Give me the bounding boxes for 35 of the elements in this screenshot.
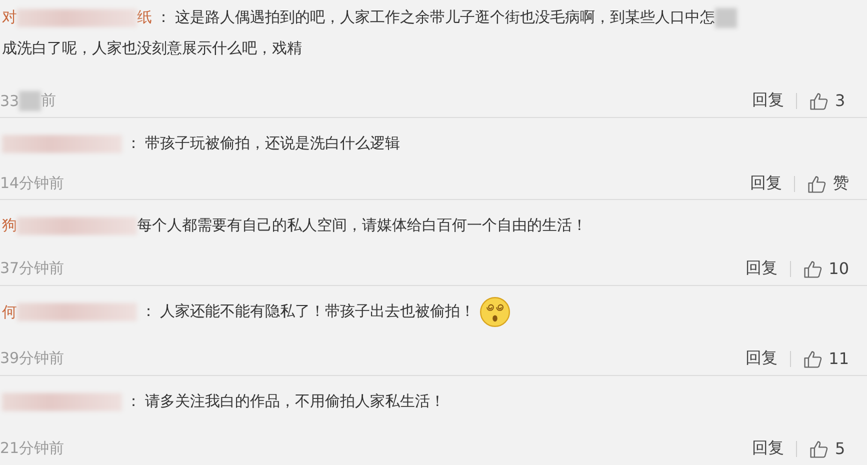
- like-button[interactable]: 11: [802, 348, 849, 368]
- colon-separator: ：: [141, 302, 156, 320]
- timestamp: 21分钟前: [0, 439, 64, 458]
- comment-text: 成洗白了呢，人家也没刻意展示什么吧，戏精: [2, 39, 302, 58]
- colon-separator: ：: [156, 8, 171, 26]
- reply-link[interactable]: 回复: [746, 348, 778, 369]
- blur-mask: [19, 90, 42, 110]
- comment-text: 请多关注我白的作品，不用偷拍人家私生活！: [145, 392, 445, 410]
- like-button[interactable]: 5: [809, 438, 849, 458]
- colon-separator: ：: [126, 134, 141, 152]
- like-button[interactable]: 10: [802, 258, 849, 278]
- reply-link[interactable]: 回复: [746, 258, 778, 279]
- dizzy-emoji-icon: [479, 296, 511, 328]
- comment-text: 怎: [700, 8, 715, 26]
- thumbs-up-icon: [809, 90, 829, 110]
- colon-separator: ：: [126, 392, 141, 410]
- thumbs-up-icon: [809, 438, 829, 458]
- comment-text: 每个人都需要有自己的私人空间，请媒体给白百何一个自由的生活！: [137, 216, 587, 234]
- timestamp: 33: [0, 92, 20, 110]
- timestamp: 前: [41, 91, 56, 110]
- like-button[interactable]: 赞: [807, 173, 849, 194]
- comment-text: 人家还能不能有隐私了！带孩子出去也被偷拍！: [160, 302, 475, 320]
- reply-link[interactable]: 回复: [752, 438, 784, 459]
- thumbs-up-icon: [802, 258, 823, 278]
- comment-text: 这是路人偶遇拍到的吧，人家工作之余带儿子逛个街也没毛病啊，到某些人口中: [175, 8, 700, 26]
- reply-link[interactable]: 回复: [752, 90, 784, 111]
- thumbs-up-icon: [807, 174, 827, 194]
- comment-text: 带孩子玩被偷拍，还说是洗白什么逻辑: [145, 134, 400, 152]
- timestamp: 14分钟前: [0, 174, 64, 193]
- blur-mask: [715, 8, 737, 28]
- timestamp: 39分钟前: [0, 349, 64, 368]
- like-button[interactable]: 3: [809, 90, 849, 110]
- thumbs-up-icon: [802, 348, 823, 368]
- timestamp: 37分钟前: [0, 259, 64, 278]
- reply-link[interactable]: 回复: [750, 173, 782, 194]
